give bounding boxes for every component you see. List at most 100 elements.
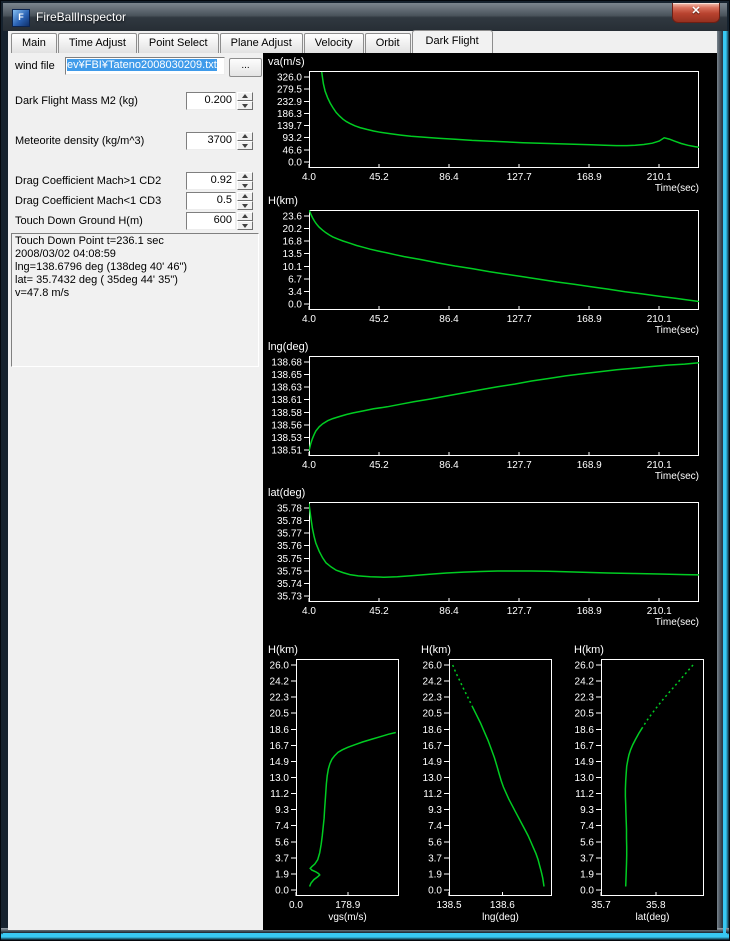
spin-up-button[interactable] <box>237 92 253 101</box>
svg-text:20.2: 20.2 <box>283 224 303 235</box>
field-label-1: Meteorite density (kg/m^3) <box>15 135 145 147</box>
svg-text:24.2: 24.2 <box>575 677 595 688</box>
svg-text:3.7: 3.7 <box>580 853 594 864</box>
svg-text:35.78: 35.78 <box>277 516 302 527</box>
svg-text:20.5: 20.5 <box>423 709 443 720</box>
field-input-2[interactable]: 0.92 <box>186 172 236 190</box>
svg-text:13.0: 13.0 <box>270 773 290 784</box>
close-button[interactable]: ✕ <box>672 3 720 23</box>
series-line <box>471 705 545 887</box>
svg-text:22.3: 22.3 <box>270 693 290 704</box>
svg-text:20.5: 20.5 <box>575 709 595 720</box>
window-title: FireBallInspector <box>36 10 127 24</box>
svg-text:7.4: 7.4 <box>580 821 594 832</box>
svg-text:4.0: 4.0 <box>302 606 316 617</box>
svg-text:0.0: 0.0 <box>288 300 302 311</box>
svg-text:86.4: 86.4 <box>439 314 459 325</box>
spin-down-button[interactable] <box>237 181 253 190</box>
chart-xlabel: vgs(m/s) <box>328 912 366 923</box>
svg-text:23.6: 23.6 <box>283 212 303 223</box>
spin-down-button[interactable] <box>237 141 253 150</box>
app-window: F FireBallInspector ✕ Main Time Adjust Poi… <box>0 0 730 941</box>
svg-text:16.7: 16.7 <box>270 741 290 752</box>
field-input-1[interactable]: 3700 <box>186 132 236 150</box>
svg-text:35.78: 35.78 <box>277 504 302 515</box>
svg-text:24.2: 24.2 <box>423 677 443 688</box>
accent-line-right <box>723 31 726 934</box>
svg-text:138.53: 138.53 <box>271 433 302 444</box>
svg-text:45.2: 45.2 <box>369 460 389 471</box>
chart-xlabel: Time(sec) <box>655 617 699 628</box>
svg-text:0.0: 0.0 <box>288 158 302 169</box>
tab-main[interactable]: Main <box>11 33 57 53</box>
tab-point-select[interactable]: Point Select <box>137 33 219 53</box>
svg-text:93.2: 93.2 <box>283 133 303 144</box>
down-arrow-icon <box>242 204 248 208</box>
tab-time-adjust[interactable]: Time Adjust <box>57 33 137 53</box>
svg-text:16.7: 16.7 <box>423 741 443 752</box>
svg-text:5.6: 5.6 <box>428 837 442 848</box>
field-spinner-4 <box>237 212 253 230</box>
svg-text:9.3: 9.3 <box>428 805 442 816</box>
series-line <box>309 503 699 578</box>
spin-down-button[interactable] <box>237 101 253 110</box>
svg-text:14.9: 14.9 <box>575 757 595 768</box>
output-line-2: lng=138.6796 deg (138deg 40' 46") <box>15 261 188 273</box>
up-arrow-icon <box>242 134 248 138</box>
chart-title: lng(deg) <box>268 341 308 353</box>
svg-text:3.7: 3.7 <box>428 853 442 864</box>
field-input-4[interactable]: 600 <box>186 212 236 230</box>
svg-text:0.0: 0.0 <box>275 886 289 897</box>
up-arrow-icon <box>242 194 248 198</box>
svg-text:210.1: 210.1 <box>647 314 672 325</box>
wind-file-input[interactable]: ev¥FBI¥Tateno2008030209.txt <box>65 57 225 75</box>
svg-text:22.3: 22.3 <box>423 693 443 704</box>
svg-text:138.56: 138.56 <box>271 420 302 431</box>
chart-h-time: H(km) 23.620.2 16.813.5 10.16.7 3.4 0.04.0 45.… <box>268 195 699 336</box>
spin-down-button[interactable] <box>237 201 253 210</box>
svg-text:10.1: 10.1 <box>283 262 303 273</box>
spin-up-button[interactable] <box>237 132 253 141</box>
svg-text:168.9: 168.9 <box>577 314 602 325</box>
svg-text:232.9: 232.9 <box>277 97 302 108</box>
chart-lat-time: lat(deg) 35.7835.78 35.7735.76 35.7535.75 35… <box>268 487 699 628</box>
svg-text:138.6: 138.6 <box>490 900 515 911</box>
svg-text:3.4: 3.4 <box>288 287 302 298</box>
tab-plane-adjust[interactable]: Plane Adjust <box>219 33 303 53</box>
svg-text:3.7: 3.7 <box>275 853 289 864</box>
spin-up-button[interactable] <box>237 192 253 201</box>
svg-text:178.9: 178.9 <box>335 900 360 911</box>
down-arrow-icon <box>242 104 248 108</box>
chart-title: H(km) <box>268 644 298 656</box>
field-spinner-1 <box>237 132 253 150</box>
svg-text:127.7: 127.7 <box>507 314 532 325</box>
tab-dark-flight[interactable]: Dark Flight <box>411 30 493 53</box>
svg-text:139.7: 139.7 <box>277 121 302 132</box>
app-icon: F <box>12 9 30 27</box>
spin-up-button[interactable] <box>237 212 253 221</box>
field-label-4: Touch Down Ground H(m) <box>15 215 143 227</box>
chart-xlabel: Time(sec) <box>655 471 699 482</box>
spin-down-button[interactable] <box>237 221 253 230</box>
svg-text:127.7: 127.7 <box>507 606 532 617</box>
field-spinner-0 <box>237 92 253 110</box>
svg-text:168.9: 168.9 <box>577 172 602 183</box>
chart-lng-time: lng(deg)138.68138.65138.63138.61138.5813… <box>268 341 699 482</box>
field-input-0[interactable]: 0.200 <box>186 92 236 110</box>
svg-text:24.2: 24.2 <box>270 677 290 688</box>
svg-text:86.4: 86.4 <box>439 172 459 183</box>
tab-orbit[interactable]: Orbit <box>364 33 411 53</box>
titlebar[interactable]: F FireBallInspector ✕ <box>3 3 727 31</box>
spin-up-button[interactable] <box>237 172 253 181</box>
browse-button[interactable]: ... <box>229 58 262 77</box>
svg-text:35.8: 35.8 <box>646 900 666 911</box>
svg-text:35.74: 35.74 <box>277 579 302 590</box>
tab-velocity[interactable]: Velocity <box>303 33 364 53</box>
field-input-3[interactable]: 0.5 <box>186 192 236 210</box>
svg-text:138.51: 138.51 <box>271 446 302 457</box>
svg-text:138.63: 138.63 <box>271 383 302 394</box>
svg-text:86.4: 86.4 <box>439 460 459 471</box>
output-line-4: v=47.8 m/s <box>15 287 70 299</box>
svg-text:16.7: 16.7 <box>575 741 595 752</box>
svg-text:18.6: 18.6 <box>575 725 595 736</box>
